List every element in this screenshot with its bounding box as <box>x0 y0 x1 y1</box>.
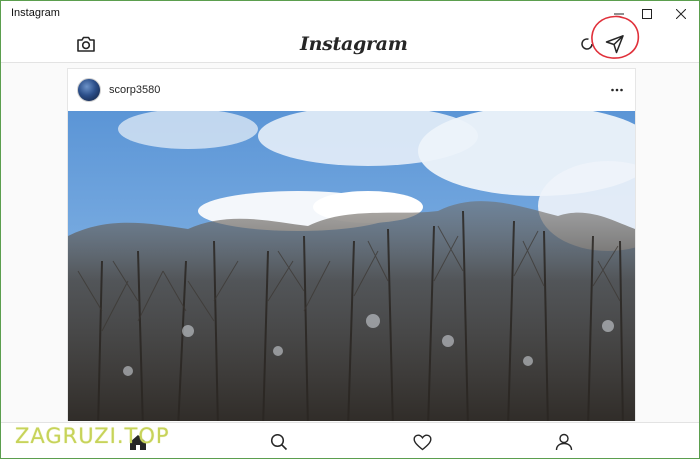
post-card: scorp3580 <box>67 68 636 421</box>
maximize-button[interactable] <box>633 1 661 26</box>
post-header: scorp3580 <box>68 69 635 111</box>
profile-icon <box>555 433 573 451</box>
direct-message-button[interactable] <box>604 33 626 55</box>
app-header: Instagram <box>1 26 699 63</box>
heart-icon <box>412 433 432 450</box>
app-window: Instagram Instagram scorp3580 ZAGRUZI.TO… <box>0 0 700 459</box>
avatar[interactable] <box>77 78 101 102</box>
refresh-button[interactable] <box>577 34 597 54</box>
close-icon <box>676 8 686 19</box>
photo-image <box>68 111 635 421</box>
post-username[interactable]: scorp3580 <box>109 84 160 96</box>
nav-profile-button[interactable] <box>553 431 575 453</box>
camera-icon <box>77 36 95 52</box>
post-photo[interactable] <box>68 111 635 421</box>
minimize-button[interactable] <box>605 1 633 26</box>
window-title: Instagram <box>11 7 60 19</box>
nav-activity-button[interactable] <box>411 431 433 453</box>
close-button[interactable] <box>667 1 695 26</box>
watermark-text: ZAGRUZI.TOP <box>15 424 170 448</box>
search-icon <box>270 433 288 451</box>
more-horizontal-icon <box>611 88 623 92</box>
minimize-icon <box>614 13 624 14</box>
maximize-icon <box>642 8 652 19</box>
instagram-logo: Instagram <box>300 33 408 55</box>
post-options-button[interactable] <box>609 80 625 100</box>
refresh-icon <box>581 38 593 50</box>
paper-plane-icon <box>605 35 624 54</box>
nav-search-button[interactable] <box>268 431 290 453</box>
camera-button[interactable] <box>74 32 98 56</box>
feed[interactable]: scorp3580 <box>1 63 699 421</box>
title-bar: Instagram <box>1 1 699 26</box>
